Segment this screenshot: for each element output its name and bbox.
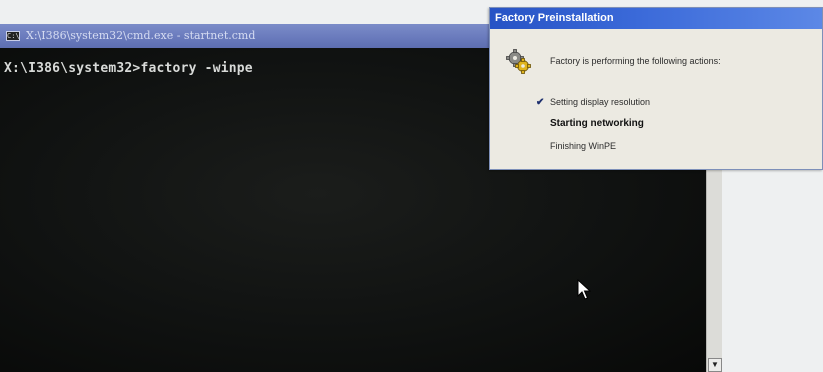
action-item-done: Setting display resolution bbox=[550, 97, 651, 107]
gears-icon bbox=[506, 49, 531, 74]
dialog-title: Factory Preinstallation bbox=[495, 12, 614, 24]
command-prompt-line: X:\I386\system32>factory -winpe bbox=[4, 61, 253, 76]
console-icon[interactable]: C:\ bbox=[6, 31, 20, 41]
dialog-intro-text: Factory is performing the following acti… bbox=[550, 56, 721, 66]
dialog-body: Factory is performing the following acti… bbox=[490, 29, 822, 169]
check-icon: ✔ bbox=[536, 97, 545, 108]
arrow-down-icon: ▼ bbox=[711, 360, 719, 369]
action-item-current: Starting networking bbox=[550, 118, 644, 129]
dialog-titlebar[interactable]: Factory Preinstallation bbox=[490, 8, 822, 29]
mouse-cursor-icon bbox=[577, 279, 591, 300]
factory-preinstallation-dialog[interactable]: Factory Preinstallation Factory is perfo… bbox=[489, 7, 823, 170]
scroll-down-button[interactable]: ▼ bbox=[708, 358, 722, 372]
cmd-window-title: X:\I386\system32\cmd.exe - startnet.cmd bbox=[26, 29, 256, 42]
action-item-pending: Finishing WinPE bbox=[550, 141, 617, 151]
